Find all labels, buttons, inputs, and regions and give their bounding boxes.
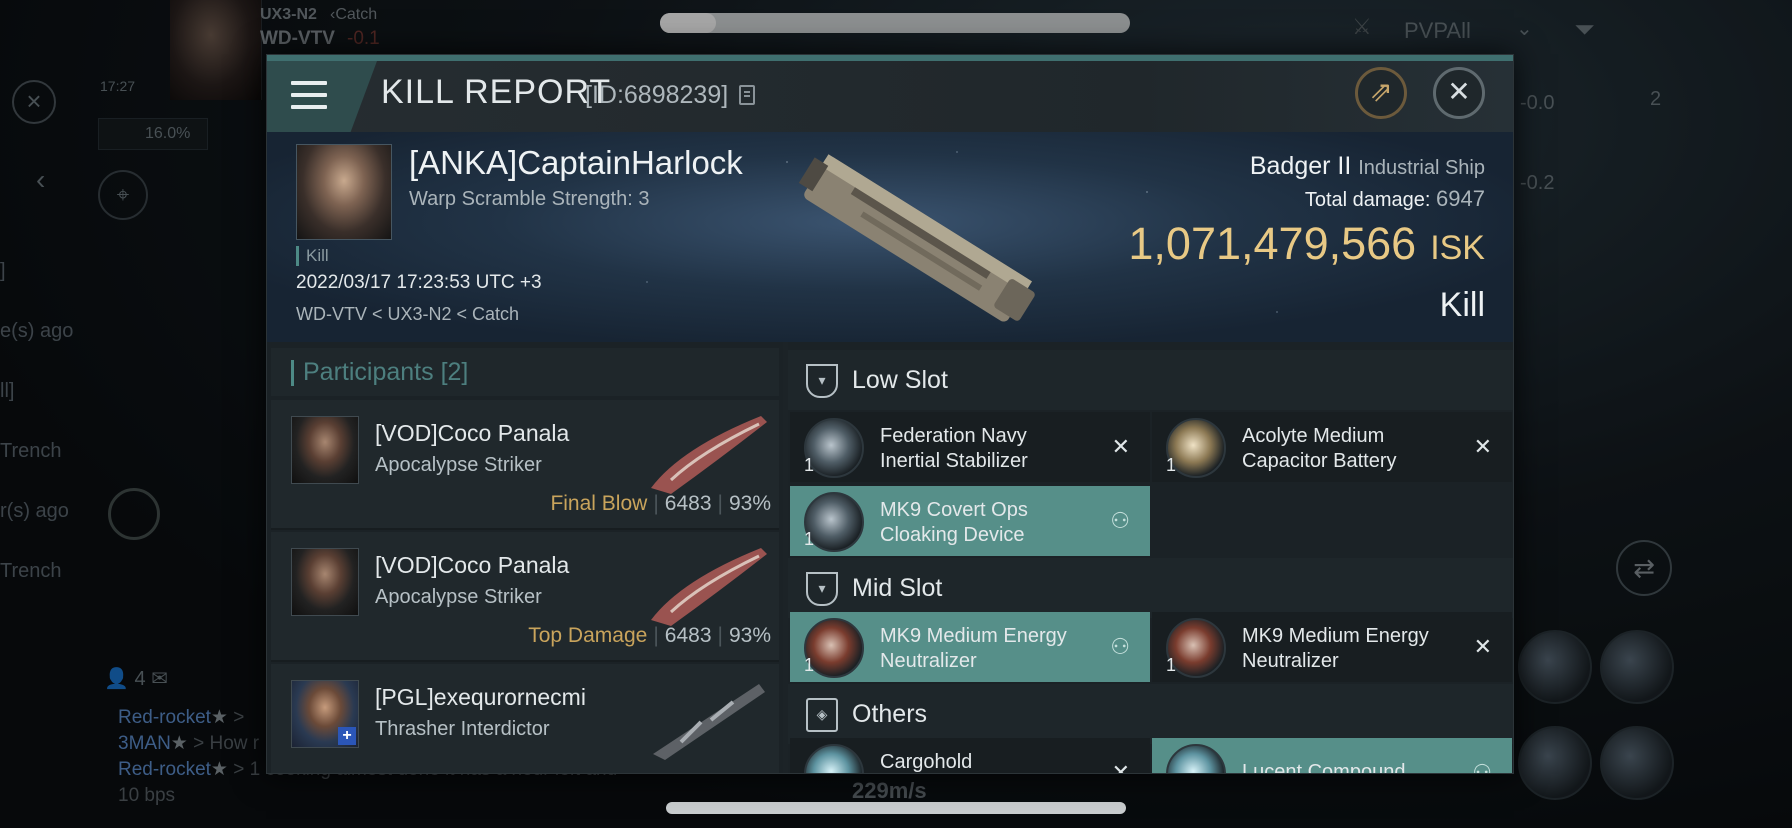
isk-value: 1,071,479,566 ISK [1128, 218, 1485, 269]
copy-icon[interactable] [739, 85, 755, 105]
cargohold-icon [804, 744, 864, 773]
fitting-item[interactable]: 1 MK9 Covert Ops Cloaking Device ⚇ [790, 486, 1150, 556]
home-indicator [666, 802, 1126, 814]
hamburger-icon [291, 81, 327, 109]
dropped-icon: ⚇ [1110, 634, 1130, 659]
fitting-item[interactable]: 1 MK9 Medium Energy Neutralizer ✕ [1152, 612, 1512, 682]
mid-slot-header: ▾ Mid Slot [788, 558, 1513, 618]
fitting-item[interactable]: 1 MK9 Medium Energy Neutralizer ⚇ [790, 612, 1150, 682]
participant-stats: Final Blow | 6483 | 93% [550, 492, 771, 515]
kill-location[interactable]: WD-VTV < UX3-N2 < Catch [296, 304, 519, 325]
dropped-icon: ⚇ [1110, 508, 1130, 533]
kill-result: Kill [1439, 286, 1485, 324]
warp-scramble-strength: Warp Scramble Strength: 3 [409, 188, 650, 210]
cube-icon: ◈ [806, 698, 838, 732]
fitting-item[interactable]: Cargohold ✕ [790, 738, 1150, 774]
participant-portrait[interactable] [291, 548, 359, 616]
modal-title: KILL REPORT [381, 73, 612, 111]
plus-icon: + [338, 727, 356, 745]
low-slot-icon: ▾ [806, 364, 838, 398]
lucent-compound-icon [1166, 744, 1226, 773]
participant-ship: Apocalypse Striker [375, 454, 542, 476]
participant-portrait[interactable]: + [291, 680, 359, 748]
participants-panel: Participants [2] [VOD]Coco Panala Apocal… [267, 342, 783, 773]
destroyed-icon: ✕ [1111, 434, 1130, 459]
participants-header: Participants [2] [271, 348, 779, 396]
participant-row[interactable]: [VOD]Coco Panala Apocalypse Striker Fina… [271, 400, 779, 530]
participant-name: [VOD]Coco Panala [375, 552, 570, 578]
share-icon[interactable]: ⇗ [1355, 67, 1407, 119]
participant-name: [VOD]Coco Panala [375, 420, 570, 446]
destroyed-icon: ✕ [1473, 434, 1492, 459]
total-damage: Total damage: 6947 [1304, 186, 1485, 211]
mid-slot-icon: ▾ [806, 572, 838, 606]
destroyed-icon: ✕ [1111, 760, 1130, 774]
fittings-panel: ▾ Low Slot 1 Federation Navy Inertial St… [788, 342, 1513, 774]
victim-name[interactable]: [ANKA]CaptainHarlock [409, 144, 743, 182]
fitting-item[interactable]: 1 Federation Navy Inertial Stabilizer ✕ [790, 412, 1150, 482]
victim-ship[interactable]: Badger II Industrial Ship [1250, 152, 1485, 181]
fitting-item[interactable]: 1 Acolyte Medium Capacitor Battery ✕ [1152, 412, 1512, 482]
participant-ship: Apocalypse Striker [375, 586, 542, 608]
victim-ship-image [798, 154, 1035, 322]
participant-ship-image [651, 548, 767, 626]
kill-datetime: 2022/03/17 17:23:53 UTC +3 [296, 272, 542, 293]
fitting-item[interactable]: Lucent Compound ⚇ [1152, 738, 1512, 774]
others-header: ◈ Others [788, 684, 1513, 744]
destroyed-icon: ✕ [1473, 634, 1492, 659]
participant-portrait[interactable] [291, 416, 359, 484]
participant-ship-image [651, 416, 767, 494]
kill-report-modal: KILL REPORT [ID:6898239] ⇗ ✕ [ANKA]Capta… [266, 54, 1514, 774]
victim-banner: [ANKA]CaptainHarlock Warp Scramble Stren… [267, 132, 1513, 342]
low-slot-header: ▾ Low Slot [788, 350, 1513, 410]
kill-tag: Kill [296, 246, 329, 266]
victim-portrait[interactable] [296, 144, 392, 240]
close-icon[interactable]: ✕ [1433, 67, 1485, 119]
participant-row[interactable]: + [PGL]exequrornecmi Thrasher Interdicto… [271, 664, 779, 773]
participant-stats: Top Damage | 6483 | 93% [528, 624, 771, 647]
report-id: [ID:6898239] [585, 81, 729, 109]
participant-row[interactable]: [VOD]Coco Panala Apocalypse Striker Top … [271, 532, 779, 662]
dropped-icon: ⚇ [1472, 760, 1492, 774]
participant-name: [PGL]exequrornecmi [375, 684, 586, 710]
participant-ship: Thrasher Interdictor [375, 718, 550, 740]
participant-ship-image [653, 684, 765, 760]
